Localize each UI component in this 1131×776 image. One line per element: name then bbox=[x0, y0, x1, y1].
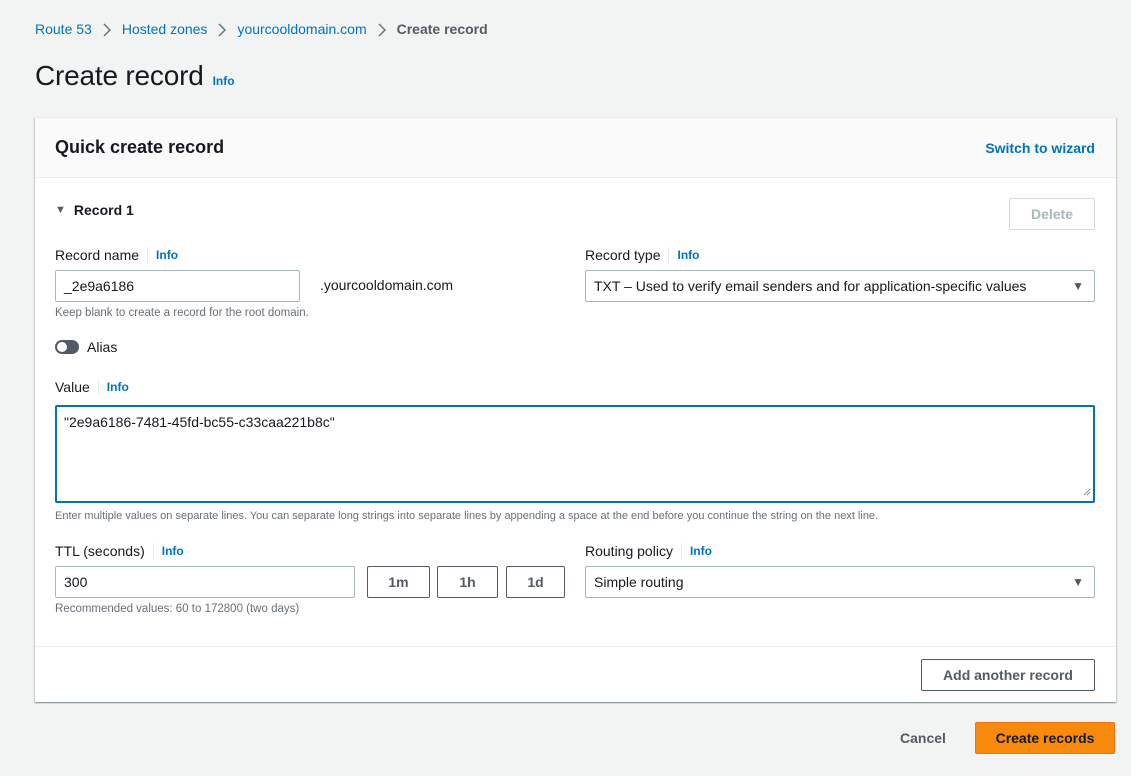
page-header: Create record Info bbox=[35, 60, 235, 92]
breadcrumb: Route 53 Hosted zones yourcooldomain.com… bbox=[35, 19, 488, 39]
chevron-right-icon bbox=[207, 21, 237, 37]
ttl-1d-button[interactable]: 1d bbox=[506, 566, 565, 598]
ttl-1m-button[interactable]: 1m bbox=[367, 566, 430, 598]
quick-create-panel: Quick create record Switch to wizard ▼ R… bbox=[35, 117, 1116, 702]
add-another-record-button[interactable]: Add another record bbox=[921, 659, 1095, 691]
domain-suffix: .yourcooldomain.com bbox=[320, 277, 454, 293]
caret-down-icon: ▼ bbox=[1072, 279, 1084, 293]
ttl-info-link[interactable]: Info bbox=[162, 544, 184, 558]
routing-policy-value: Simple routing bbox=[594, 574, 684, 590]
record-expander[interactable]: ▼ Record 1 bbox=[55, 202, 134, 218]
page-info-link[interactable]: Info bbox=[213, 74, 235, 88]
breadcrumb-hosted-zones[interactable]: Hosted zones bbox=[122, 21, 208, 37]
label-divider bbox=[668, 247, 670, 263]
record-type-label: Record type bbox=[585, 247, 661, 263]
value-textarea[interactable]: "2e9a6186-7481-45fd-bc55-c33caa221b8c" bbox=[55, 405, 1095, 503]
chevron-right-icon bbox=[367, 21, 397, 37]
ttl-label-row: TTL (seconds) Info bbox=[55, 541, 184, 561]
record-name-label-row: Record name Info bbox=[55, 245, 178, 265]
routing-policy-label-row: Routing policy Info bbox=[585, 541, 712, 561]
routing-policy-label: Routing policy bbox=[585, 543, 673, 559]
panel-title: Quick create record bbox=[55, 137, 225, 157]
value-info-link[interactable]: Info bbox=[107, 380, 129, 394]
caret-down-icon: ▼ bbox=[1072, 575, 1084, 589]
caret-down-icon: ▼ bbox=[55, 204, 66, 216]
record-heading: Record 1 bbox=[73, 202, 134, 218]
switch-to-wizard-link[interactable]: Switch to wizard bbox=[985, 140, 1095, 156]
record-type-info-link[interactable]: Info bbox=[677, 248, 699, 262]
record-type-value: TXT – Used to verify email senders and f… bbox=[594, 278, 1027, 294]
label-divider bbox=[97, 379, 99, 395]
record-type-label-row: Record type Info bbox=[585, 245, 699, 265]
breadcrumb-route53[interactable]: Route 53 bbox=[35, 21, 92, 37]
value-text: "2e9a6186-7481-45fd-bc55-c33caa221b8c" bbox=[64, 414, 335, 430]
routing-policy-info-link[interactable]: Info bbox=[690, 544, 712, 558]
create-records-button[interactable]: Create records bbox=[975, 722, 1115, 754]
page-title: Create record bbox=[35, 60, 204, 91]
record-type-select[interactable]: TXT – Used to verify email senders and f… bbox=[585, 270, 1095, 302]
toggle-knob bbox=[57, 342, 67, 352]
value-hint: Enter multiple values on separate lines.… bbox=[55, 510, 879, 522]
ttl-label: TTL (seconds) bbox=[55, 543, 145, 559]
breadcrumb-domain[interactable]: yourcooldomain.com bbox=[237, 21, 366, 37]
label-divider bbox=[680, 543, 682, 559]
routing-policy-select[interactable]: Simple routing ▼ bbox=[585, 566, 1095, 598]
panel-header: Quick create record Switch to wizard bbox=[35, 118, 1116, 178]
chevron-right-icon bbox=[92, 21, 122, 37]
resize-grip-icon[interactable] bbox=[1082, 483, 1091, 499]
alias-toggle[interactable]: Alias bbox=[55, 339, 117, 355]
cancel-button[interactable]: Cancel bbox=[890, 722, 956, 754]
ttl-1h-button[interactable]: 1h bbox=[437, 566, 498, 598]
ttl-hint: Recommended values: 60 to 172800 (two da… bbox=[55, 603, 300, 615]
alias-label: Alias bbox=[87, 339, 118, 355]
panel-divider bbox=[35, 646, 1116, 647]
record-name-input[interactable]: _2e9a6186 bbox=[55, 270, 300, 302]
toggle-switch[interactable] bbox=[55, 340, 79, 354]
record-name-hint: Keep blank to create a record for the ro… bbox=[55, 307, 309, 319]
value-label-row: Value Info bbox=[55, 377, 129, 397]
record-name-label: Record name bbox=[55, 247, 140, 263]
record-name-info-link[interactable]: Info bbox=[156, 248, 178, 262]
label-divider bbox=[147, 247, 149, 263]
delete-record-button[interactable]: Delete bbox=[1009, 198, 1095, 230]
value-label: Value bbox=[55, 379, 90, 395]
label-divider bbox=[152, 543, 154, 559]
ttl-input[interactable]: 300 bbox=[55, 566, 355, 598]
breadcrumb-current: Create record bbox=[396, 21, 488, 37]
